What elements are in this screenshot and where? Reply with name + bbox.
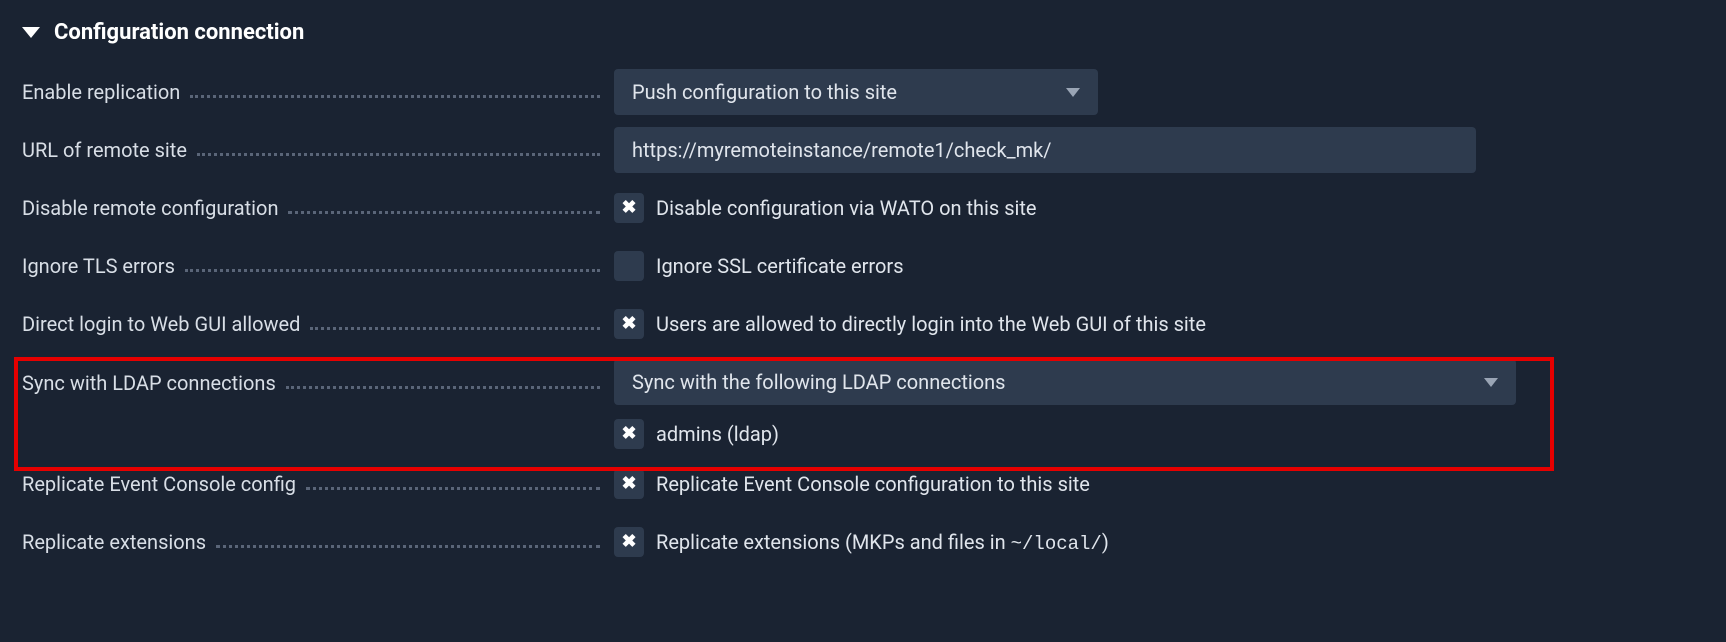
input-url-remote[interactable] bbox=[614, 127, 1476, 173]
section-title: Configuration connection bbox=[54, 20, 304, 45]
dots-filler bbox=[197, 136, 600, 156]
label-direct-login: Direct login to Web GUI allowed bbox=[22, 312, 300, 336]
replicate-ext-text-post: ) bbox=[1102, 530, 1109, 554]
checkbox-label-ldap-admins: admins (ldap) bbox=[656, 422, 779, 446]
row-url-remote: URL of remote site bbox=[8, 121, 1718, 179]
select-enable-replication-value: Push configuration to this site bbox=[632, 80, 897, 104]
checkbox-label-direct-login: Users are allowed to directly login into… bbox=[656, 312, 1206, 336]
checkbox-direct-login[interactable]: ✖ bbox=[614, 309, 644, 339]
select-sync-ldap-value: Sync with the following LDAP connections bbox=[632, 370, 1006, 394]
label-disable-remote: Disable remote configuration bbox=[22, 196, 278, 220]
select-enable-replication[interactable]: Push configuration to this site bbox=[614, 69, 1098, 115]
replicate-ext-text-mono: ~/local/ bbox=[1011, 533, 1102, 555]
x-icon: ✖ bbox=[621, 199, 636, 217]
label-replicate-ec: Replicate Event Console config bbox=[22, 472, 296, 496]
label-sync-ldap: Sync with LDAP connections bbox=[22, 371, 276, 395]
section-header-toggle[interactable]: Configuration connection bbox=[8, 12, 1718, 63]
checkbox-label-replicate-ext: Replicate extensions (MKPs and files in … bbox=[656, 530, 1109, 555]
chevron-down-icon bbox=[1066, 88, 1080, 97]
row-enable-replication: Enable replication Push configuration to… bbox=[8, 63, 1718, 121]
label-replicate-ext: Replicate extensions bbox=[22, 530, 206, 554]
row-ignore-tls: Ignore TLS errors Ignore SSL certificate… bbox=[8, 237, 1718, 295]
row-replicate-ext: Replicate extensions ✖ Replicate extensi… bbox=[8, 513, 1718, 571]
x-icon: ✖ bbox=[621, 315, 636, 333]
dots-filler bbox=[286, 369, 600, 389]
select-sync-ldap[interactable]: Sync with the following LDAP connections bbox=[614, 359, 1516, 405]
row-replicate-ec: Replicate Event Console config ✖ Replica… bbox=[8, 455, 1718, 513]
dots-filler bbox=[190, 78, 600, 98]
dots-filler bbox=[288, 194, 600, 214]
x-icon: ✖ bbox=[621, 475, 636, 493]
label-ignore-tls: Ignore TLS errors bbox=[22, 254, 175, 278]
checkbox-replicate-ec[interactable]: ✖ bbox=[614, 469, 644, 499]
checkbox-label-disable-remote: Disable configuration via WATO on this s… bbox=[656, 196, 1037, 220]
x-icon: ✖ bbox=[621, 533, 636, 551]
dots-filler bbox=[306, 470, 600, 490]
checkbox-label-ignore-tls: Ignore SSL certificate errors bbox=[656, 254, 904, 278]
dots-filler bbox=[216, 528, 600, 548]
checkbox-disable-remote[interactable]: ✖ bbox=[614, 193, 644, 223]
caret-down-icon bbox=[22, 27, 40, 38]
row-direct-login: Direct login to Web GUI allowed ✖ Users … bbox=[8, 295, 1718, 353]
checkbox-label-replicate-ec: Replicate Event Console configuration to… bbox=[656, 472, 1090, 496]
checkbox-ignore-tls[interactable] bbox=[614, 251, 644, 281]
label-url-remote: URL of remote site bbox=[22, 138, 187, 162]
replicate-ext-text-pre: Replicate extensions (MKPs and files in bbox=[656, 530, 1011, 554]
row-sync-ldap: Sync with LDAP connections Sync with the… bbox=[8, 353, 1718, 455]
checkbox-replicate-ext[interactable]: ✖ bbox=[614, 527, 644, 557]
x-icon: ✖ bbox=[621, 425, 636, 443]
chevron-down-icon bbox=[1484, 378, 1498, 387]
row-disable-remote: Disable remote configuration ✖ Disable c… bbox=[8, 179, 1718, 237]
dots-filler bbox=[185, 252, 600, 272]
dots-filler bbox=[310, 310, 600, 330]
checkbox-ldap-admins[interactable]: ✖ bbox=[614, 419, 644, 449]
label-enable-replication: Enable replication bbox=[22, 80, 180, 104]
